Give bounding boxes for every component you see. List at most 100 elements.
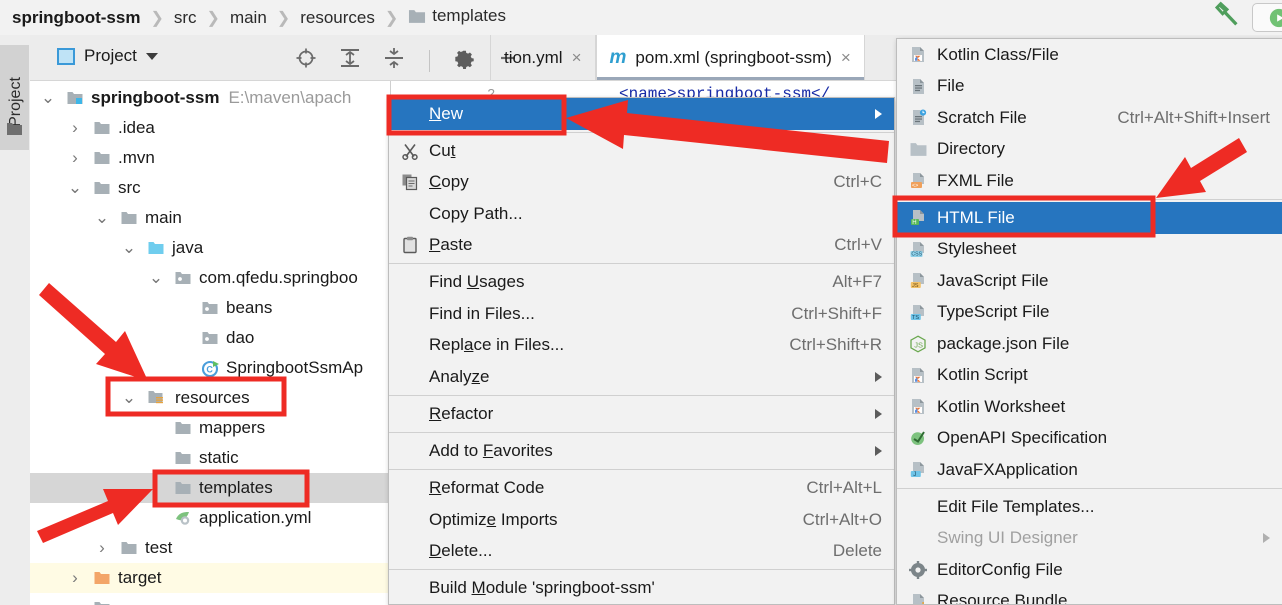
menu-item-scratch-file[interactable]: Scratch File Ctrl+Alt+Shift+Insert (897, 102, 1282, 134)
scratch-file-icon (907, 109, 929, 127)
js-file-icon: JS (907, 272, 929, 290)
menu-item-openapi-specification[interactable]: OpenAPI Specification (897, 423, 1282, 455)
chevron-down-icon[interactable]: ⌄ (94, 203, 110, 233)
editor-tab-pom-xml[interactable]: m pom.xml (springboot-ssm) × (595, 35, 865, 80)
tree-row-java[interactable]: ⌄ java (30, 233, 390, 263)
editor-tab-application-yml[interactable]: tion.yml × (490, 35, 596, 80)
menu-item-html-file[interactable]: H HTML File (897, 202, 1282, 234)
menu-item-shortcut: Ctrl+V (834, 235, 882, 255)
menu-item-icon-placeholder (399, 579, 421, 597)
menu-item-kotlin-class-file[interactable]: Kotlin Class/File (897, 39, 1282, 71)
menu-item-build-module[interactable]: Build Module 'springboot-ssm' (389, 573, 894, 604)
tree-label: java (172, 238, 204, 257)
menu-item-refactor[interactable]: Refactor (389, 398, 894, 430)
menu-item-find-usages[interactable]: Find Usages Alt+F7 (389, 267, 894, 299)
titlebar-actions (1212, 0, 1282, 35)
tree-row-idea[interactable]: › .idea (30, 113, 390, 143)
submenu-arrow-icon (1263, 533, 1270, 544)
breadcrumb-separator-icon: ❯ (150, 9, 164, 27)
menu-item-copy-path[interactable]: Copy Path... (389, 198, 894, 230)
tree-row-application-yml[interactable]: application.yml (30, 503, 390, 533)
menu-item-javascript-file[interactable]: JS JavaScript File (897, 265, 1282, 297)
menu-item-icon-placeholder (907, 529, 929, 547)
folder-icon (94, 180, 110, 196)
tree-row-springboot-ssm-application[interactable]: C SpringbootSsmAp (30, 353, 390, 383)
menu-item-javafxapplication[interactable]: J JavaFXApplication (897, 454, 1282, 486)
submenu-arrow-icon (875, 371, 882, 382)
menu-item-reformat-code[interactable]: Reformat Code Ctrl+Alt+L (389, 472, 894, 504)
menu-item-replace-in-files[interactable]: Replace in Files... Ctrl+Shift+R (389, 330, 894, 362)
chevron-down-icon[interactable]: ⌄ (67, 173, 83, 203)
close-icon[interactable]: × (841, 49, 851, 66)
menu-separator (389, 394, 894, 396)
tree-row-com-qfedu-springboot[interactable]: ⌄ com.qfedu.springboo (30, 263, 390, 293)
chevron-down-icon[interactable]: ⌄ (40, 83, 56, 113)
tool-window-button-project[interactable]: Project (0, 45, 29, 150)
menu-item-optimize-imports[interactable]: Optimize Imports Ctrl+Alt+O (389, 504, 894, 536)
menu-item-paste[interactable]: Paste Ctrl+V (389, 230, 894, 262)
tree-row-partial[interactable]: › (30, 593, 390, 605)
chevron-right-icon[interactable]: › (67, 563, 83, 593)
collapse-all-icon[interactable] (383, 47, 405, 74)
chevron-right-icon[interactable]: › (94, 533, 110, 563)
project-tree[interactable]: ⌄ springboot-ssm E:\maven\apach › .idea ›… (30, 81, 391, 605)
tree-row-mvn[interactable]: › .mvn (30, 143, 390, 173)
hammer-icon[interactable] (1212, 0, 1242, 35)
tree-row-static[interactable]: static (30, 443, 390, 473)
tree-row-mappers[interactable]: mappers (30, 413, 390, 443)
tree-label: dao (226, 328, 255, 347)
chevron-down-icon[interactable] (145, 52, 158, 60)
menu-item-resource-bundle[interactable]: Resource Bundle (897, 586, 1282, 604)
tree-label: main (145, 208, 182, 227)
menu-item-package-json-file[interactable]: JS package.json File (897, 328, 1282, 360)
breadcrumb-item-main[interactable]: main (224, 8, 273, 28)
tree-row-test[interactable]: › test (30, 533, 390, 563)
chevron-right-icon[interactable]: › (67, 143, 83, 173)
menu-separator (897, 198, 1282, 200)
breadcrumb-item-project[interactable]: springboot-ssm (12, 8, 146, 28)
menu-item-analyze[interactable]: Analyze (389, 361, 894, 393)
settings-icon[interactable] (454, 48, 475, 74)
tree-row-templates[interactable]: templates (30, 473, 390, 503)
menu-item-kotlin-script[interactable]: Kotlin Script (897, 360, 1282, 392)
menu-item-stylesheet[interactable]: CSS Stylesheet (897, 234, 1282, 266)
menu-item-file[interactable]: File (897, 71, 1282, 103)
chevron-down-icon[interactable]: ⌄ (148, 263, 164, 293)
tree-row-main[interactable]: ⌄ main (30, 203, 390, 233)
menu-item-typescript-file[interactable]: TS TypeScript File (897, 297, 1282, 329)
menu-item-cut[interactable]: Cut Ctrl+X (389, 135, 894, 167)
menu-item-editorconfig-file[interactable]: EditorConfig File (897, 554, 1282, 586)
locate-icon[interactable] (295, 47, 317, 74)
menu-item-fxml-file[interactable]: <> FXML File (897, 165, 1282, 197)
breadcrumb-item-resources[interactable]: resources (294, 8, 381, 28)
chevron-right-icon[interactable]: › (67, 113, 83, 143)
project-panel-title[interactable]: Project (57, 46, 158, 66)
package-icon (202, 330, 218, 346)
chevron-down-icon[interactable]: ⌄ (121, 233, 137, 263)
menu-item-directory[interactable]: Directory (897, 134, 1282, 166)
menu-item-edit-file-templates[interactable]: Edit File Templates... (897, 491, 1282, 523)
menu-item-find-in-files[interactable]: Find in Files... Ctrl+Shift+F (389, 298, 894, 330)
file-icon (907, 77, 929, 95)
menu-item-new[interactable]: New (389, 98, 894, 130)
breadcrumb-item-templates[interactable]: templates (402, 6, 512, 29)
menu-item-kotlin-worksheet[interactable]: Kotlin Worksheet (897, 391, 1282, 423)
tree-row-springboot-ssm[interactable]: ⌄ springboot-ssm E:\maven\apach (30, 83, 390, 113)
tree-row-resources[interactable]: ⌄ resources (30, 383, 390, 413)
breadcrumb-item-src[interactable]: src (168, 8, 203, 28)
tree-row-dao[interactable]: dao (30, 323, 390, 353)
new-submenu[interactable]: Kotlin Class/File File Scratch File Ctrl… (896, 38, 1282, 605)
menu-item-delete[interactable]: Delete... Delete (389, 535, 894, 567)
tree-row-src[interactable]: ⌄ src (30, 173, 390, 203)
expand-all-icon[interactable] (339, 47, 361, 74)
menu-item-copy[interactable]: Copy Ctrl+C (389, 167, 894, 199)
run-button[interactable] (1252, 3, 1282, 32)
toolbar-divider (429, 49, 430, 72)
menu-item-add-to-favorites[interactable]: Add to Favorites (389, 435, 894, 467)
close-icon[interactable]: × (572, 49, 582, 66)
context-menu[interactable]: New Cut Ctrl+X Copy Ctrl+C Copy Path... (388, 97, 895, 605)
tree-row-beans[interactable]: beans (30, 293, 390, 323)
tree-row-target[interactable]: › target (30, 563, 390, 593)
chevron-right-icon[interactable]: › (67, 593, 83, 605)
chevron-down-icon[interactable]: ⌄ (121, 383, 137, 413)
